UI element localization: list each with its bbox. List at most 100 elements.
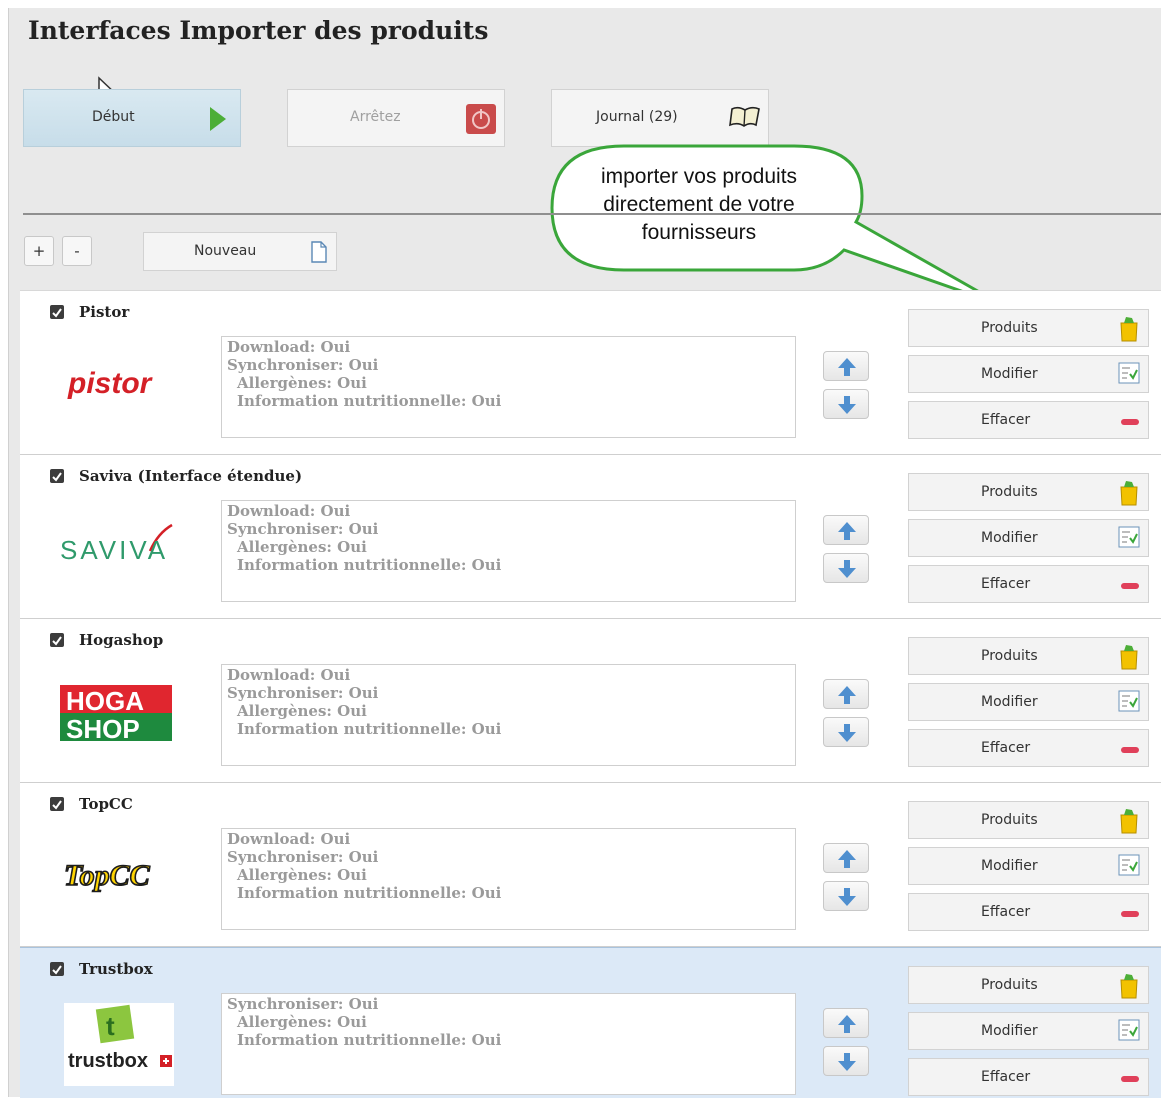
move-down-button[interactable] xyxy=(823,389,869,419)
move-down-button[interactable] xyxy=(823,1046,869,1076)
saviva-logo: SAVIVA xyxy=(60,523,173,565)
edit-button[interactable]: Modifier xyxy=(908,1012,1149,1050)
move-up-button[interactable] xyxy=(823,843,869,873)
products-button[interactable]: Produits xyxy=(908,637,1149,675)
detail-line: Information nutritionnelle: Oui xyxy=(237,556,502,574)
interface-name: Trustbox xyxy=(79,960,153,978)
interface-row[interactable]: TopCC TopCC Download: Oui Synchroniser: … xyxy=(20,783,1161,947)
interface-row[interactable]: Pistor pistor Download: Oui Synchroniser… xyxy=(20,291,1161,455)
shopping-bag-icon xyxy=(1120,481,1138,506)
app-window: Interfaces Importer des produits Début A… xyxy=(8,8,1161,1098)
interface-details: Download: Oui Synchroniser: Oui Allergèn… xyxy=(221,664,796,766)
edit-button[interactable]: Modifier xyxy=(908,847,1149,885)
delete-button[interactable]: Effacer xyxy=(908,729,1149,767)
checklist-icon xyxy=(1118,526,1140,548)
minus-icon xyxy=(1121,911,1139,917)
interface-details: Download: Oui Synchroniser: Oui Allergèn… xyxy=(221,500,796,602)
play-icon xyxy=(210,107,226,131)
callout-line-1: importer vos produits xyxy=(600,165,798,188)
new-document-icon xyxy=(311,241,327,263)
arrow-up-icon xyxy=(838,522,856,540)
detail-line: Synchroniser: Oui xyxy=(227,356,379,374)
shopping-bag-icon xyxy=(1120,645,1138,670)
enabled-checkbox[interactable] xyxy=(50,633,64,647)
new-interface-label: Nouveau xyxy=(194,243,257,259)
logo-text: pistor xyxy=(67,367,154,400)
move-down-button[interactable] xyxy=(823,881,869,911)
stop-button-label: Arrêtez xyxy=(350,109,401,125)
move-down-button[interactable] xyxy=(823,717,869,747)
check-icon xyxy=(52,636,62,646)
logo-text: TopCC xyxy=(64,859,151,892)
products-button-label: Produits xyxy=(981,484,1038,500)
interface-details: Synchroniser: Oui Allergènes: Oui Inform… xyxy=(221,993,796,1095)
interface-name: TopCC xyxy=(79,795,133,813)
enabled-checkbox[interactable] xyxy=(50,962,64,976)
interface-row[interactable]: Saviva (Interface étendue) SAVIVA Downlo… xyxy=(20,455,1161,619)
edit-button[interactable]: Modifier xyxy=(908,683,1149,721)
power-icon xyxy=(466,104,496,134)
new-interface-button[interactable]: Nouveau xyxy=(143,232,337,271)
edit-button-label: Modifier xyxy=(981,858,1038,874)
move-up-button[interactable] xyxy=(823,515,869,545)
collapse-button[interactable]: - xyxy=(62,236,92,266)
move-up-button[interactable] xyxy=(823,351,869,381)
detail-line: Download: Oui xyxy=(227,830,351,848)
enabled-checkbox[interactable] xyxy=(50,797,64,811)
arrow-up-icon xyxy=(838,1015,856,1033)
book-icon xyxy=(729,106,760,127)
pistor-logo: pistor xyxy=(67,367,154,400)
arrow-down-icon xyxy=(838,396,856,414)
start-button[interactable]: Début xyxy=(23,89,241,147)
minus-icon xyxy=(1121,419,1139,425)
logo-text: trustbox xyxy=(68,1050,148,1072)
detail-line: Allergènes: Oui xyxy=(237,702,367,720)
products-button[interactable]: Produits xyxy=(908,801,1149,839)
journal-button[interactable]: Journal (29) xyxy=(551,89,769,147)
interface-row[interactable]: Trustbox t trustbox Synchroniser: Oui Al… xyxy=(20,947,1161,1098)
checklist-icon xyxy=(1118,690,1140,712)
callout-line-3: fournisseurs xyxy=(641,221,757,244)
logo-text: SAVIVA xyxy=(60,535,168,565)
interface-details: Download: Oui Synchroniser: Oui Allergèn… xyxy=(221,828,796,930)
callout-text: importer vos produits directement de vot… xyxy=(569,163,829,247)
arrow-up-icon xyxy=(838,358,856,376)
minus-icon xyxy=(1121,583,1139,589)
arrow-down-icon xyxy=(838,724,856,742)
delete-button[interactable]: Effacer xyxy=(908,565,1149,603)
hogashop-logo: HOGA SHOP xyxy=(60,685,172,744)
products-button-label: Produits xyxy=(981,977,1038,993)
toolbar-divider xyxy=(23,213,1161,215)
expand-button[interactable]: + xyxy=(24,236,54,266)
delete-button[interactable]: Effacer xyxy=(908,1058,1149,1096)
enabled-checkbox[interactable] xyxy=(50,469,64,483)
svg-text:HOGA: HOGA xyxy=(66,686,144,716)
edit-button[interactable]: Modifier xyxy=(908,519,1149,557)
delete-button[interactable]: Effacer xyxy=(908,893,1149,931)
trustbox-logo: t trustbox xyxy=(64,1003,174,1086)
detail-line: Download: Oui xyxy=(227,666,351,684)
interface-list: Pistor pistor Download: Oui Synchroniser… xyxy=(20,290,1161,1098)
checklist-icon xyxy=(1118,1019,1140,1041)
detail-line: Information nutritionnelle: Oui xyxy=(237,884,502,902)
detail-line: Synchroniser: Oui xyxy=(227,684,379,702)
check-icon xyxy=(52,965,62,975)
products-button-label: Produits xyxy=(981,320,1038,336)
start-button-label: Début xyxy=(92,109,135,125)
detail-line: Allergènes: Oui xyxy=(237,538,367,556)
move-down-button[interactable] xyxy=(823,553,869,583)
products-button[interactable]: Produits xyxy=(908,309,1149,347)
products-button[interactable]: Produits xyxy=(908,966,1149,1004)
products-button[interactable]: Produits xyxy=(908,473,1149,511)
enabled-checkbox[interactable] xyxy=(50,305,64,319)
interface-row[interactable]: Hogashop HOGA SHOP Download: Oui Synchro… xyxy=(20,619,1161,783)
detail-line: Synchroniser: Oui xyxy=(227,995,379,1013)
edit-button[interactable]: Modifier xyxy=(908,355,1149,393)
move-up-button[interactable] xyxy=(823,1008,869,1038)
move-up-button[interactable] xyxy=(823,679,869,709)
detail-line: Allergènes: Oui xyxy=(237,866,367,884)
detail-line: Synchroniser: Oui xyxy=(227,848,379,866)
arrow-down-icon xyxy=(838,1053,856,1071)
stop-button[interactable]: Arrêtez xyxy=(287,89,505,147)
delete-button[interactable]: Effacer xyxy=(908,401,1149,439)
